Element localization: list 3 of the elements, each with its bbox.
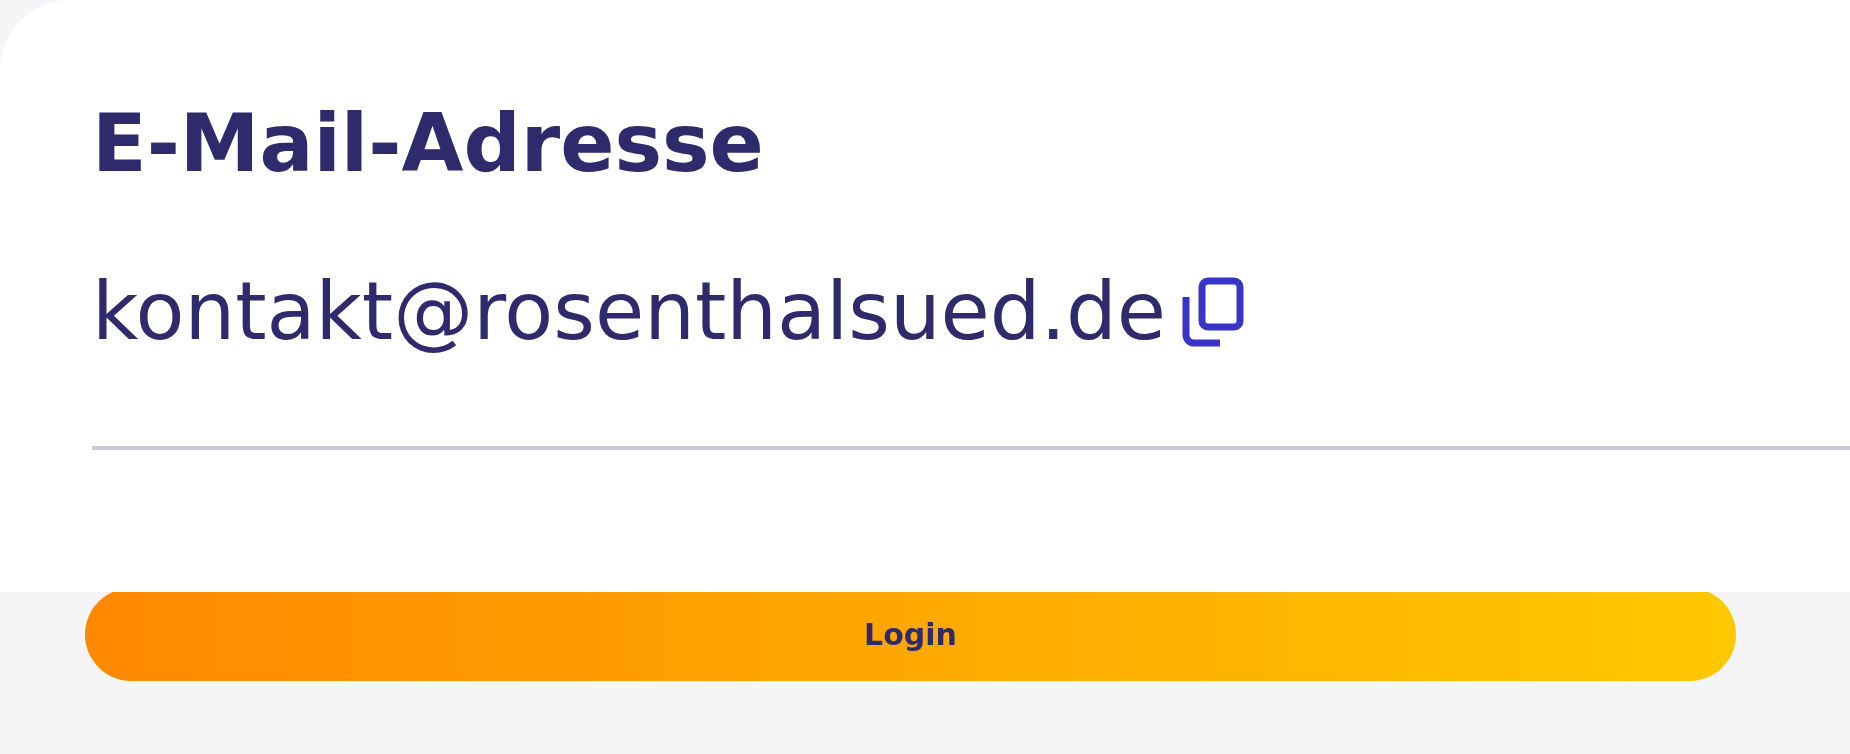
email-address: kontakt@rosenthalsued.de — [92, 268, 1167, 356]
copy-icon[interactable] — [1182, 277, 1245, 347]
field-label: E-Mail-Adresse — [92, 100, 765, 188]
